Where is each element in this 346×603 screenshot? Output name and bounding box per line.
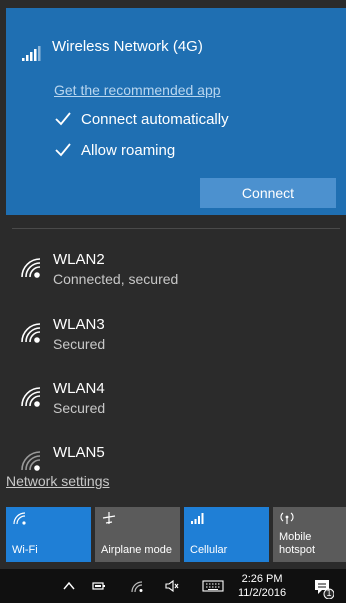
wifi-tile-label: Wi-Fi	[12, 544, 38, 556]
connect-button[interactable]: Connect	[200, 178, 336, 208]
clock[interactable]: 2:26 PM 11/2/2016	[238, 572, 286, 600]
mobile-hotspot-tile[interactable]: Mobile hotspot	[273, 507, 346, 562]
cellular-signal-icon	[22, 46, 41, 61]
volume-muted-icon[interactable]	[165, 579, 179, 593]
wifi-tile[interactable]: Wi-Fi	[6, 507, 91, 562]
cellular-icon	[191, 513, 204, 524]
airplane-tile-label: Airplane mode	[101, 544, 172, 556]
cellular-tile[interactable]: Cellular	[184, 507, 269, 562]
network-name: WLAN4	[53, 380, 105, 397]
connect-automatically-checkbox[interactable]: Connect automatically	[54, 109, 229, 129]
hotspot-icon	[280, 512, 294, 524]
clock-time: 2:26 PM	[241, 573, 283, 585]
network-status: Secured	[53, 400, 106, 416]
network-name: WLAN2	[53, 251, 105, 268]
wifi-icon	[21, 451, 41, 471]
clock-date: 11/2/2016	[238, 587, 287, 599]
cellular-tile-label: Cellular	[190, 544, 228, 556]
quick-actions: Wi-Fi Airplane mode Cellular Mobile hots…	[6, 507, 346, 562]
wifi-icon	[21, 258, 41, 278]
network-settings-link[interactable]: Network settings	[6, 473, 109, 489]
network-status: Connected, secured	[53, 271, 179, 287]
battery-icon[interactable]	[92, 579, 106, 593]
network-status: Secured	[53, 336, 106, 352]
network-name: WLAN3	[53, 316, 105, 333]
chevron-up-icon[interactable]	[62, 579, 76, 593]
connect-automatically-label: Connect automatically	[81, 110, 229, 128]
network-title: Wireless Network (4G)	[52, 38, 203, 55]
wifi-icon	[21, 323, 41, 343]
allow-roaming-label: Allow roaming	[81, 141, 176, 159]
recommended-app-link[interactable]: Get the recommended app	[54, 82, 221, 98]
airplane-icon	[102, 512, 116, 524]
notification-count: 1	[326, 588, 332, 598]
taskbar: 2:26 PM 11/2/2016 1	[0, 569, 346, 603]
hotspot-tile-label: Mobile hotspot	[279, 531, 316, 556]
keyboard-icon[interactable]	[202, 579, 224, 593]
check-icon	[55, 112, 71, 126]
network-name: WLAN5	[53, 444, 105, 461]
top-strip	[0, 0, 346, 8]
wifi-icon	[21, 387, 41, 407]
divider	[12, 228, 340, 229]
airplane-mode-tile[interactable]: Airplane mode	[95, 507, 180, 562]
allow-roaming-checkbox[interactable]: Allow roaming	[54, 140, 175, 160]
wifi-icon[interactable]	[130, 579, 144, 593]
wifi-icon	[13, 512, 26, 525]
action-center-button[interactable]: 1	[312, 577, 335, 600]
check-icon	[55, 143, 71, 157]
selected-network-panel[interactable]: Wireless Network (4G) Get the recommende…	[6, 8, 346, 215]
